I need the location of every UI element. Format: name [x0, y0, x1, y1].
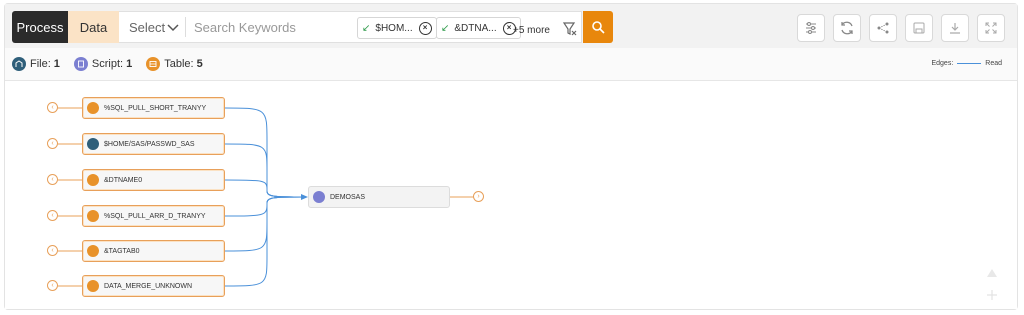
refresh-button[interactable]: [833, 14, 861, 42]
search-bar: Select ↙ $HOM... × ↙ &DTNA... × +5 more: [119, 11, 582, 43]
arrowhead: [301, 194, 308, 200]
expand-icon: [985, 22, 997, 34]
table-icon: [87, 245, 99, 257]
close-icon[interactable]: ×: [418, 21, 432, 35]
download-button[interactable]: [941, 14, 969, 42]
layout-button[interactable]: [869, 14, 897, 42]
table-stat: Table: 5: [146, 57, 203, 71]
select-label: Select: [129, 19, 166, 35]
settings-button[interactable]: [797, 14, 825, 42]
edge: [224, 179, 306, 198]
toolbar: Process Data Select ↙ $HOM... × ↙ &DTNA.…: [5, 4, 1017, 48]
read-legend-label: Read: [985, 60, 1002, 67]
edge: [224, 143, 306, 198]
asset-stats: File: 1 Script: 1 Table: 5: [12, 56, 217, 72]
table-icon: [87, 280, 99, 292]
expand-upstream-handle[interactable]: ‹: [47, 210, 58, 221]
expand-upstream-handle[interactable]: ‹: [47, 245, 58, 256]
node-label: %SQL_PULL_SHORT_TRANYY: [104, 104, 207, 112]
graph-node-table[interactable]: %SQL_PULL_SHORT_TRANYY: [82, 97, 225, 119]
script-stat-label: Script:: [91, 58, 124, 70]
graph-layout-icon: [877, 22, 889, 34]
expand-upstream-handle[interactable]: ‹: [47, 280, 58, 291]
read-edge-swatch: [957, 63, 982, 64]
refresh-icon: [841, 21, 853, 35]
script-icon: [73, 57, 88, 71]
graph-node-file[interactable]: $HOME/SAS/PASSWD_SAS: [82, 133, 225, 155]
lineage-graph[interactable]: ‹ ‹ ‹ ‹ ‹ ‹ %SQL_PULL_SHORT_TRANYY $HOME…: [5, 81, 1017, 309]
download-icon: [950, 23, 960, 34]
fullscreen-button[interactable]: [977, 14, 1005, 42]
file-stat-label: File:: [30, 58, 51, 70]
graph-node-table[interactable]: &TAGTAB0: [82, 240, 225, 262]
expand-upstream-handle[interactable]: ‹: [47, 102, 58, 113]
table-icon: [87, 210, 99, 222]
file-icon: [12, 57, 26, 71]
script-stat: Script: 1: [73, 57, 133, 71]
expand-downstream-handle[interactable]: ›: [473, 191, 484, 202]
sliders-icon: [806, 22, 816, 34]
edges-legend-label: Edges:: [931, 60, 954, 67]
file-stat: File: 1: [12, 57, 60, 71]
zoom-in-icon[interactable]: [985, 265, 999, 279]
file-icon: [87, 138, 99, 150]
table-icon: [146, 57, 161, 71]
edges-legend: Edges: Read: [931, 60, 1002, 67]
node-label: DATA_MERGE_UNKNOWN: [104, 282, 193, 290]
graph-node-table[interactable]: DATA_MERGE_UNKNOWN: [82, 275, 225, 297]
select-dropdown[interactable]: Select: [119, 19, 185, 35]
table-icon: [87, 174, 99, 186]
search-input[interactable]: [194, 19, 344, 35]
arrow-in-icon: ↙: [362, 22, 371, 34]
edge: [224, 196, 306, 217]
edge: [224, 196, 306, 252]
arrow-in-icon: ↙: [441, 22, 450, 34]
graph-node-script[interactable]: DEMOSAS: [308, 186, 450, 208]
graph-node-table[interactable]: %SQL_PULL_ARR_D_TRANYY: [82, 205, 225, 227]
search-button[interactable]: [583, 11, 613, 43]
data-tab[interactable]: Data: [68, 11, 119, 43]
graph-node-table[interactable]: &DTNAME0: [82, 169, 225, 191]
node-label: %SQL_PULL_ARR_D_TRANYY: [104, 212, 206, 220]
more-filters-link[interactable]: +5 more: [513, 25, 550, 36]
save-button[interactable]: [905, 14, 933, 42]
filter-chip-dtname[interactable]: ↙ &DTNA... ×: [436, 17, 521, 39]
clear-filter-icon[interactable]: [562, 21, 578, 37]
chip-label: &DTNA...: [454, 22, 497, 34]
zoom-out-icon[interactable]: [985, 288, 999, 302]
keyword-field-wrap: [186, 12, 346, 42]
chip-label: $HOM...: [375, 22, 413, 34]
node-label: $HOME/SAS/PASSWD_SAS: [104, 140, 195, 148]
script-icon: [313, 191, 325, 203]
script-count: 1: [126, 58, 133, 70]
table-stat-label: Table:: [164, 58, 194, 70]
node-label: &TAGTAB0: [104, 247, 140, 255]
search-icon: [592, 21, 605, 34]
expand-upstream-handle[interactable]: ‹: [47, 138, 58, 149]
table-count: 5: [196, 58, 203, 70]
filter-chip-home[interactable]: ↙ $HOM... ×: [357, 17, 437, 39]
edge: [224, 196, 306, 287]
expand-upstream-handle[interactable]: ‹: [47, 174, 58, 185]
process-tab[interactable]: Process: [12, 11, 68, 43]
node-label: &DTNAME0: [104, 176, 143, 184]
save-icon: [913, 22, 925, 34]
file-count: 1: [53, 58, 60, 70]
chevron-down-icon: [167, 19, 179, 35]
node-label: DEMOSAS: [330, 193, 366, 201]
table-icon: [87, 102, 99, 114]
